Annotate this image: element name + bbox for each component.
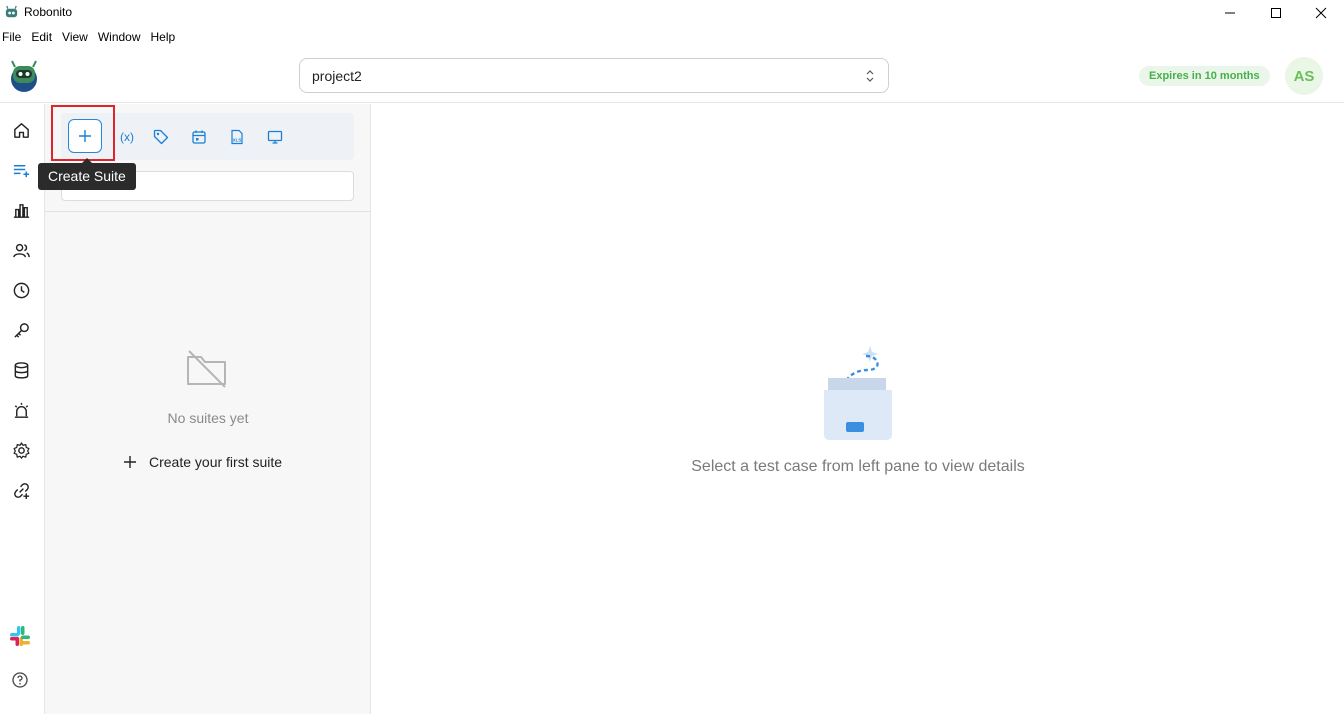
plus-icon bbox=[124, 456, 136, 468]
main-content: Select a test case from left pane to vie… bbox=[372, 104, 1344, 714]
excel-label: XLS bbox=[233, 138, 242, 143]
variables-button[interactable]: (x) bbox=[116, 126, 138, 148]
home-icon bbox=[13, 122, 29, 138]
tag-icon bbox=[153, 129, 169, 145]
minimize-icon bbox=[1225, 12, 1235, 14]
variables-icon: (x) bbox=[120, 130, 134, 144]
tags-button[interactable] bbox=[150, 126, 172, 148]
reports-icon bbox=[13, 203, 29, 218]
suite-panel: (x) XLS Create Suite No suites yet Creat… bbox=[38, 104, 371, 714]
user-avatar[interactable]: AS bbox=[1285, 57, 1323, 95]
empty-state-text: No suites yet bbox=[167, 410, 249, 426]
maximize-button[interactable] bbox=[1253, 0, 1299, 26]
menu-window[interactable]: Window bbox=[96, 28, 147, 48]
nav-alerts[interactable] bbox=[10, 399, 32, 421]
calendar-icon bbox=[192, 130, 206, 144]
link-plus-icon bbox=[13, 482, 29, 499]
help-icon[interactable] bbox=[8, 668, 32, 692]
license-expiry-badge: Expires in 10 months bbox=[1139, 66, 1270, 86]
create-first-suite-label: Create your first suite bbox=[149, 454, 283, 470]
schedule-button[interactable] bbox=[188, 126, 210, 148]
excel-file-icon: XLS bbox=[231, 129, 243, 145]
maximize-icon bbox=[1271, 8, 1281, 18]
siren-icon bbox=[14, 402, 28, 418]
test-suites-icon bbox=[13, 164, 29, 177]
gear-icon bbox=[12, 441, 30, 459]
empty-folder-icon bbox=[187, 350, 226, 388]
menu-edit[interactable]: Edit bbox=[29, 28, 58, 48]
nav-history[interactable] bbox=[10, 279, 32, 301]
close-button[interactable] bbox=[1298, 0, 1344, 26]
minimize-button[interactable] bbox=[1207, 0, 1253, 26]
app-header: project2 Expires in 10 months AS bbox=[0, 50, 1344, 103]
robonito-logo[interactable] bbox=[6, 57, 42, 93]
nav-users[interactable] bbox=[10, 239, 32, 261]
nav-home[interactable] bbox=[10, 119, 32, 141]
chevron-updown-icon bbox=[866, 70, 874, 82]
monitor-icon bbox=[267, 130, 283, 144]
nav-integrations[interactable] bbox=[10, 479, 32, 501]
nav-database[interactable] bbox=[10, 359, 32, 381]
nav-keys[interactable] bbox=[10, 319, 32, 341]
title-bar: Robonito bbox=[0, 0, 1344, 26]
highlight-box bbox=[51, 105, 115, 161]
clock-icon bbox=[13, 282, 29, 298]
nav-settings[interactable] bbox=[10, 439, 32, 461]
menu-file[interactable]: File bbox=[0, 28, 27, 48]
project-select[interactable]: project2 bbox=[299, 58, 889, 93]
window-title: Robonito bbox=[24, 5, 73, 19]
excel-import-button[interactable]: XLS bbox=[226, 126, 248, 148]
app-icon bbox=[5, 5, 18, 18]
empty-folder-illustration bbox=[824, 346, 892, 440]
menu-bar: File Edit View Window Help bbox=[0, 28, 183, 48]
empty-details-message: Select a test case from left pane to vie… bbox=[691, 458, 1025, 475]
left-nav bbox=[0, 104, 45, 714]
users-icon bbox=[12, 243, 30, 257]
create-first-suite-link[interactable]: Create your first suite bbox=[123, 454, 282, 470]
menu-help[interactable]: Help bbox=[149, 28, 182, 48]
devices-button[interactable] bbox=[264, 126, 286, 148]
menu-view[interactable]: View bbox=[60, 28, 94, 48]
project-select-value: project2 bbox=[312, 67, 362, 84]
database-icon bbox=[14, 361, 28, 379]
close-icon bbox=[1315, 7, 1327, 19]
create-suite-tooltip: Create Suite bbox=[38, 163, 136, 190]
key-icon bbox=[13, 322, 29, 338]
nav-reports[interactable] bbox=[10, 199, 32, 221]
nav-test-suites[interactable] bbox=[10, 159, 32, 181]
slack-icon[interactable] bbox=[8, 624, 32, 648]
panel-divider bbox=[45, 211, 371, 212]
